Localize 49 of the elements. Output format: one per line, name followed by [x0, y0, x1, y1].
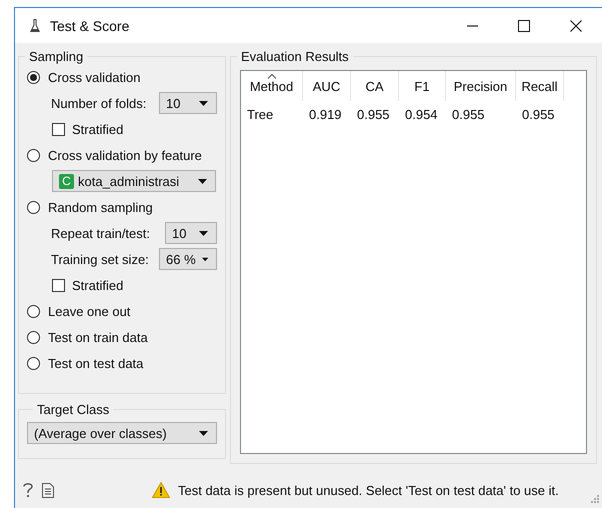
status-message: Test data is present but unused. Select 'Test on test data' to use it. — [178, 482, 559, 498]
table-cell-text: Tree — [246, 106, 274, 124]
table-cell-text: 0.955 — [356, 106, 391, 124]
table-cell-text: 0.955 — [451, 106, 486, 124]
flask-icon — [30, 18, 40, 32]
group-title: Sampling — [29, 49, 84, 64]
option-label[interactable]: Leave one out — [48, 304, 130, 318]
radio-button[interactable] — [27, 304, 40, 318]
checkbox[interactable] — [52, 278, 65, 292]
option-label[interactable]: Cross validation — [48, 70, 140, 84]
minimize-icon — [466, 24, 478, 26]
target-class-dropdown[interactable]: (Average over classes) — [27, 422, 217, 444]
option-label[interactable]: Test on train data — [48, 330, 148, 344]
field-label: Repeat train/test: — [51, 226, 150, 240]
close-icon — [570, 20, 582, 32]
checkbox-label[interactable]: Stratified — [72, 278, 124, 292]
field-label: Training set size: — [51, 252, 149, 266]
caret-icon — [199, 230, 208, 236]
variable-type-badge: C — [59, 174, 74, 188]
option-label[interactable]: Cross validation by feature — [48, 148, 202, 162]
radio-button[interactable] — [27, 356, 40, 370]
table-cell-text: 0.919 — [308, 106, 343, 124]
caret-icon — [199, 430, 208, 436]
group-title: Target Class — [37, 402, 110, 417]
maximize-icon — [518, 20, 530, 32]
caret-icon — [198, 178, 207, 184]
dropdown[interactable]: 10 — [165, 222, 217, 244]
option-label[interactable]: Test on test data — [48, 356, 144, 370]
caret-icon — [202, 256, 208, 262]
table-cell-text: 0.955 — [521, 106, 556, 124]
dropdown[interactable]: 10 — [159, 92, 217, 114]
group-title: Evaluation Results — [241, 49, 349, 64]
document-icon[interactable] — [42, 482, 54, 498]
field-label: Number of folds: — [51, 96, 146, 110]
radio-button[interactable] — [27, 200, 40, 214]
resize-grip-icon[interactable] — [591, 495, 599, 503]
help-icon[interactable] — [22, 482, 34, 498]
checkbox-label[interactable]: Stratified — [72, 122, 124, 136]
radio-button[interactable] — [27, 148, 40, 162]
window-title: Test & Score — [50, 18, 130, 34]
dropdown[interactable]: 66 % — [159, 248, 217, 270]
caret-icon — [199, 100, 208, 106]
checkbox[interactable] — [52, 122, 65, 136]
warning-icon — [152, 482, 170, 498]
radio-button[interactable] — [27, 330, 40, 344]
option-label[interactable]: Random sampling — [48, 200, 153, 214]
feature-dropdown[interactable]: C kota_administrasi — [52, 170, 216, 192]
radio-button[interactable] — [27, 70, 40, 84]
table-cell-text: 0.954 — [404, 106, 439, 124]
